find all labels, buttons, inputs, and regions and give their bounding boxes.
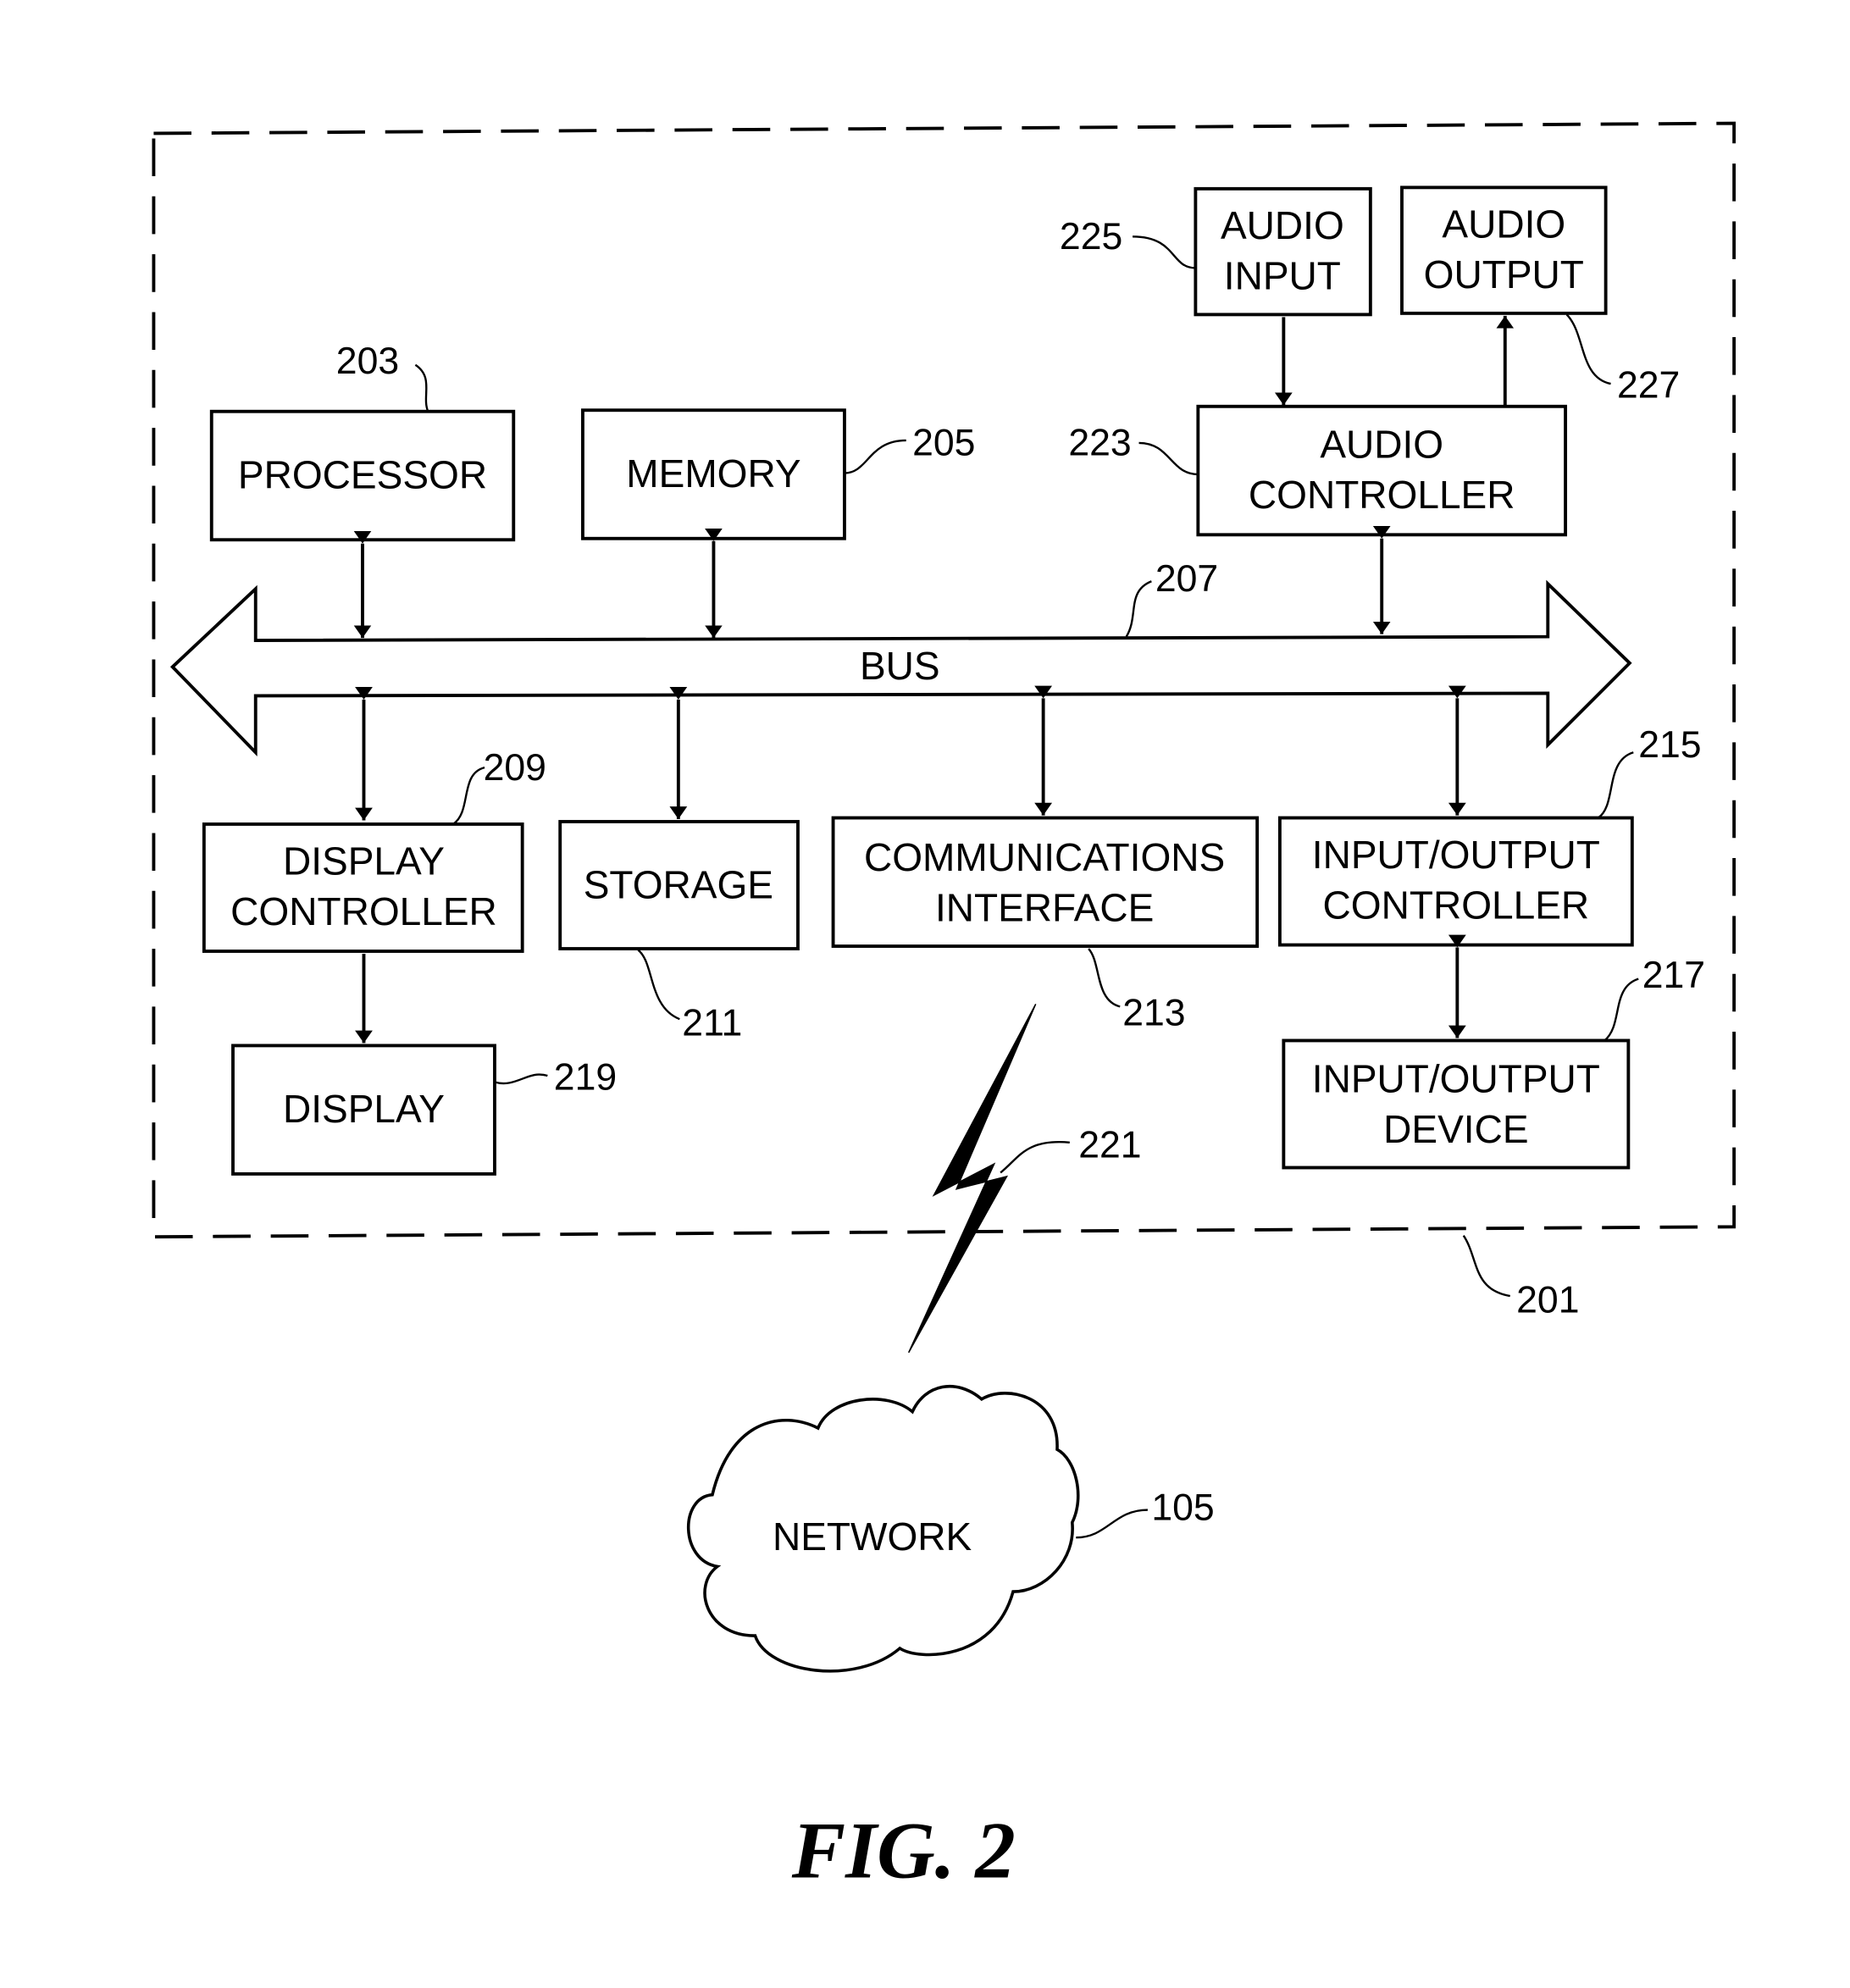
- processor-leader: [414, 363, 429, 413]
- svg-text:INPUT/OUTPUT: INPUT/OUTPUT: [1312, 1056, 1600, 1100]
- svg-text:COMMUNICATIONS: COMMUNICATIONS: [864, 835, 1225, 879]
- bus-label: BUS: [860, 644, 940, 688]
- device-ref: 201: [1516, 1279, 1579, 1321]
- wireless-link-ref: 221: [1078, 1125, 1141, 1166]
- audio-output-block: AUDIO OUTPUT: [1400, 186, 1608, 315]
- communications-interface-leader: [1088, 948, 1121, 1008]
- audio-input-block: AUDIO INPUT: [1194, 186, 1372, 317]
- svg-text:NETWORK: NETWORK: [773, 1515, 972, 1559]
- io-controller-ref: 215: [1638, 724, 1701, 766]
- svg-text:DISPLAY: DISPLAY: [283, 1087, 445, 1131]
- display-controller-leader: [452, 766, 485, 825]
- svg-text:AUDIO: AUDIO: [1442, 202, 1565, 246]
- svg-text:INTERFACE: INTERFACE: [935, 885, 1154, 929]
- bus-leader: [1125, 580, 1152, 638]
- wireless-link-bolt: [908, 1004, 1037, 1354]
- svg-text:AUDIO: AUDIO: [1221, 203, 1344, 247]
- io-controller-block: INPUT/OUTPUT CONTROLLER: [1277, 816, 1634, 947]
- audio-controller-block: AUDIO CONTROLLER: [1196, 404, 1568, 537]
- io-device-leader: [1604, 977, 1639, 1042]
- figure-caption: FIG. 2: [791, 1805, 1016, 1895]
- io-device-block: INPUT/OUTPUT DEVICE: [1282, 1038, 1631, 1170]
- svg-text:AUDIO: AUDIO: [1320, 423, 1443, 467]
- display-block: DISPLAY: [231, 1044, 496, 1176]
- svg-text:MEMORY: MEMORY: [626, 451, 800, 496]
- device-leader: [1462, 1235, 1510, 1298]
- diagram: 201 BUS 207 PROCESSOR 203 MEMORY 205 AUD…: [152, 121, 1736, 1895]
- memory-block: MEMORY: [581, 408, 846, 540]
- storage-block: STORAGE: [558, 820, 800, 950]
- svg-text:CONTROLLER: CONTROLLER: [1249, 473, 1515, 517]
- audio-input-leader: [1133, 235, 1196, 269]
- audio-output-ref: 227: [1617, 364, 1680, 406]
- memory-ref: 205: [912, 423, 975, 464]
- svg-text:DISPLAY: DISPLAY: [283, 839, 445, 883]
- svg-text:CONTROLLER: CONTROLLER: [1323, 883, 1590, 927]
- svg-text:CONTROLLER: CONTROLLER: [230, 889, 497, 933]
- svg-text:STORAGE: STORAGE: [584, 863, 773, 907]
- svg-text:OUTPUT: OUTPUT: [1424, 252, 1584, 296]
- audio-input-ref: 225: [1060, 216, 1122, 257]
- io-device-ref: 217: [1642, 955, 1705, 996]
- io-controller-leader: [1597, 751, 1634, 819]
- svg-text:INPUT/OUTPUT: INPUT/OUTPUT: [1312, 833, 1600, 877]
- storage-leader: [637, 949, 680, 1021]
- display-controller-ref: 209: [484, 747, 546, 789]
- wireless-link-leader: [1000, 1141, 1070, 1174]
- storage-ref: 211: [682, 1003, 742, 1044]
- processor-block: PROCESSOR: [209, 409, 516, 542]
- display-ref: 219: [554, 1056, 617, 1098]
- network-ref: 105: [1151, 1487, 1214, 1528]
- display-controller-block: DISPLAY CONTROLLER: [202, 822, 524, 953]
- processor-ref: 203: [336, 341, 399, 382]
- audio-controller-ref: 223: [1068, 423, 1131, 464]
- audio-controller-leader: [1138, 441, 1199, 476]
- svg-text:DEVICE: DEVICE: [1383, 1107, 1528, 1151]
- network-cloud: NETWORK: [686, 1385, 1080, 1673]
- audio-output-leader: [1565, 313, 1611, 385]
- communications-interface-ref: 213: [1122, 993, 1185, 1034]
- communications-interface-block: COMMUNICATIONS INTERFACE: [831, 816, 1260, 948]
- svg-text:PROCESSOR: PROCESSOR: [238, 452, 487, 496]
- bus-ref: 207: [1155, 558, 1218, 600]
- memory-leader: [844, 439, 906, 474]
- network-leader: [1076, 1509, 1148, 1539]
- display-leader: [494, 1073, 548, 1085]
- svg-text:INPUT: INPUT: [1224, 254, 1341, 298]
